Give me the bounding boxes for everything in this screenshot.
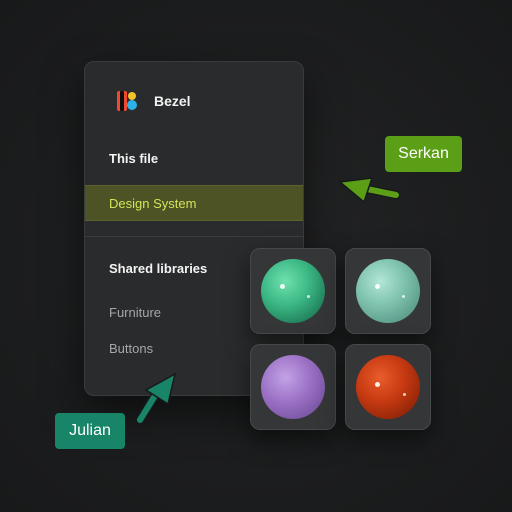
collaborator-name: Julian — [69, 422, 111, 439]
app-header: Bezel — [85, 62, 303, 140]
green-sphere — [261, 259, 325, 323]
section-title-this-file: This file — [109, 151, 159, 166]
swatch-sage[interactable] — [345, 248, 431, 334]
section-title-shared-libraries: Shared libraries — [109, 261, 208, 276]
swatch-purple[interactable] — [250, 344, 336, 430]
library-item-label: Design System — [109, 196, 197, 211]
collaborator-name: Serkan — [398, 145, 449, 162]
library-item-furniture[interactable]: Furniture — [109, 305, 161, 320]
library-item-design-system[interactable]: Design System — [85, 185, 303, 221]
sage-sphere — [356, 259, 420, 323]
section-divider — [85, 236, 303, 237]
swatch-orange-red[interactable] — [345, 344, 431, 430]
collaborator-badge-julian: Julian — [55, 413, 125, 449]
library-item-buttons[interactable]: Buttons — [109, 341, 153, 356]
purple-sphere — [261, 355, 325, 419]
swatch-green[interactable] — [250, 248, 336, 334]
collaborator-badge-serkan: Serkan — [385, 136, 462, 172]
cursor-arrow-icon — [338, 177, 401, 204]
orange-red-sphere — [356, 355, 420, 419]
bezel-logo-icon — [117, 91, 137, 111]
cursor-arrow-icon — [135, 372, 177, 425]
app-name: Bezel — [154, 93, 191, 109]
